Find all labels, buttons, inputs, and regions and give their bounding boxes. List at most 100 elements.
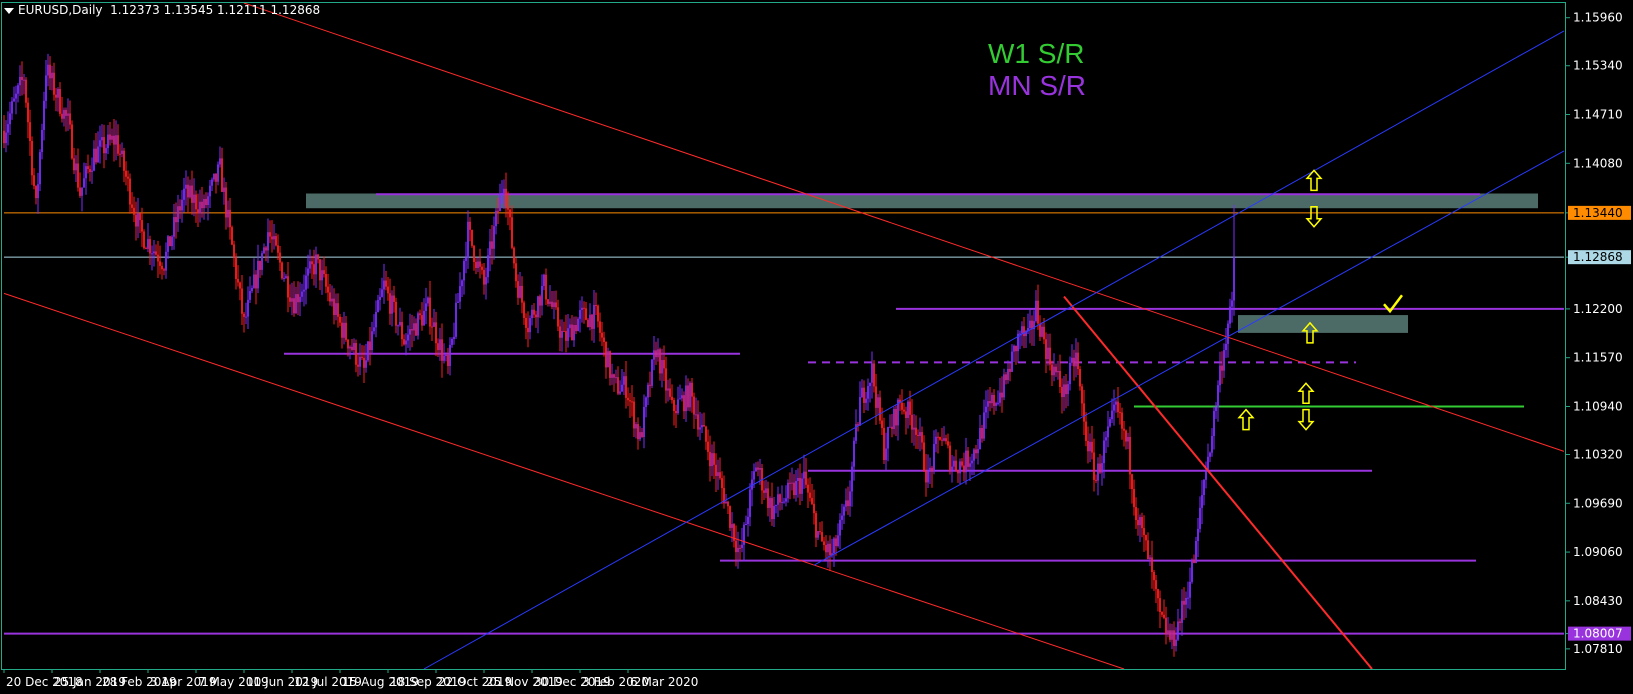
candle-body xyxy=(127,176,129,179)
candle-body xyxy=(687,385,689,408)
candle-body xyxy=(757,467,759,470)
candle-body xyxy=(167,236,169,252)
candle-body xyxy=(1223,350,1225,371)
candle-body xyxy=(1177,621,1179,640)
candle-body xyxy=(325,274,327,287)
candle-body xyxy=(397,325,399,327)
candle-body xyxy=(981,428,983,439)
candle-body xyxy=(1009,368,1011,372)
candle-body xyxy=(287,276,289,298)
candle-body xyxy=(9,113,11,125)
candle-body xyxy=(975,449,977,454)
candle-body xyxy=(817,531,819,538)
candle-body xyxy=(667,388,669,391)
candle-body xyxy=(111,135,113,140)
candle-body xyxy=(915,427,917,435)
candle-body xyxy=(937,436,939,438)
candle-body xyxy=(455,302,457,337)
candle-body xyxy=(791,482,793,484)
candle-body xyxy=(1007,368,1009,381)
candle-body xyxy=(993,395,995,406)
legend-mn: MN S/R xyxy=(988,70,1086,101)
candle-body xyxy=(521,285,523,303)
candle-body xyxy=(341,322,343,338)
candle-body xyxy=(1141,517,1143,529)
candle-body xyxy=(179,206,181,211)
candle-body xyxy=(959,461,961,474)
candle-body xyxy=(153,251,155,254)
candle-body xyxy=(531,309,533,319)
candle-body xyxy=(801,478,803,494)
candle-body xyxy=(589,314,591,328)
candle-body xyxy=(551,301,553,307)
candle-body xyxy=(79,187,81,196)
candle-body xyxy=(483,269,485,285)
candle-body xyxy=(75,163,77,171)
candle-body xyxy=(433,322,435,327)
candle-body xyxy=(927,470,929,483)
candle-body xyxy=(335,303,337,315)
support-zone xyxy=(1238,315,1408,333)
candle-body xyxy=(585,308,587,320)
candle-body xyxy=(671,396,673,401)
candle-body xyxy=(695,414,697,416)
candle-body xyxy=(43,100,45,130)
candle-body xyxy=(105,148,107,154)
candle-body xyxy=(95,148,97,163)
candle-body xyxy=(205,198,207,206)
candle-body xyxy=(149,239,151,254)
candle-body xyxy=(675,410,677,414)
candle-body xyxy=(523,302,525,318)
y-tick-label: 1.15340 xyxy=(1573,59,1623,73)
candle-body xyxy=(449,344,451,366)
candle-body xyxy=(807,484,809,493)
candle-body xyxy=(439,339,441,351)
candle-body xyxy=(991,395,993,404)
candle-body xyxy=(669,388,671,397)
candle-body xyxy=(793,482,795,496)
candle-body xyxy=(683,395,685,412)
candle-body xyxy=(903,409,905,412)
candle-body xyxy=(611,374,613,378)
candle-body xyxy=(1035,300,1037,322)
candle-body xyxy=(513,247,515,264)
candle-body xyxy=(1207,456,1209,470)
price-chart[interactable]: 1.15960 1.15340 1.14710 1.14080 1.12200 1.115… xyxy=(0,0,1633,694)
candle-body xyxy=(1117,401,1119,413)
candle-body xyxy=(1083,403,1085,422)
y-tick-label: 1.10320 xyxy=(1573,447,1623,461)
candle-body xyxy=(459,286,461,302)
candle-body xyxy=(393,295,395,302)
candle-body xyxy=(777,494,779,505)
candle-body xyxy=(103,137,105,154)
candle-body xyxy=(191,185,193,203)
candle-body xyxy=(489,241,491,256)
candle-body xyxy=(917,434,919,437)
collapse-triangle-icon[interactable] xyxy=(4,7,14,14)
candle-body xyxy=(595,305,597,307)
candle-body xyxy=(203,198,205,209)
chart-header: EURUSD,Daily 1.12373 1.13545 1.12111 1.1… xyxy=(4,3,320,17)
candle-body xyxy=(939,436,941,440)
candle-body xyxy=(333,298,335,315)
candle-body xyxy=(57,89,59,98)
candle-body xyxy=(1127,436,1129,442)
symbol-timeframe: EURUSD,Daily xyxy=(18,3,103,17)
candle-body xyxy=(953,460,955,467)
candle-body xyxy=(775,504,777,506)
candle-body xyxy=(361,356,363,358)
candle-body xyxy=(515,263,517,282)
candle-body xyxy=(369,341,371,351)
candle-body xyxy=(579,309,581,319)
candle-body xyxy=(195,194,197,210)
candle-body xyxy=(447,355,449,366)
candle-body xyxy=(359,356,361,367)
candle-body xyxy=(91,170,93,172)
candle-body xyxy=(485,277,487,285)
candle-body xyxy=(895,409,897,426)
candle-body xyxy=(121,150,123,155)
candle-body xyxy=(811,497,813,504)
candle-body xyxy=(307,268,309,276)
candle-body xyxy=(197,209,199,214)
candle-body xyxy=(1087,440,1089,452)
